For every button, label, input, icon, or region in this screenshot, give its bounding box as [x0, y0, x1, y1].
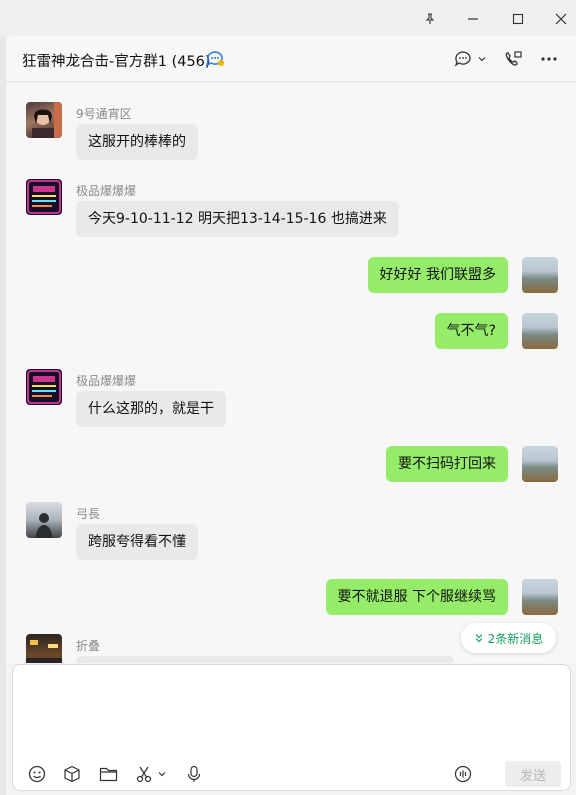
title-bar: …… [0, 0, 576, 36]
chat-header: 狂雷神龙合击-官方群1 (456) [6, 36, 576, 82]
video-call-icon[interactable] [503, 48, 523, 70]
sender-name: 极品爆爆爆 [76, 184, 137, 198]
chevron-down-icon[interactable] [477, 48, 487, 70]
new-messages-button[interactable]: 2条新消息 [461, 623, 556, 653]
message-bubble[interactable]: 气不气? [434, 313, 508, 349]
more-icon[interactable] [540, 48, 558, 70]
message-bubble[interactable]: 要不扫码打回来 [386, 446, 508, 482]
leaked-text: …… [0, 0, 270, 4]
sticker-icon[interactable] [61, 763, 83, 785]
avatar[interactable] [26, 502, 62, 538]
chat-bubble-icon[interactable] [454, 48, 472, 70]
message-bubble[interactable]: 要不就退服 下个服继续骂 [325, 579, 508, 615]
new-messages-label: 2条新消息 [487, 631, 544, 646]
message-composer[interactable]: 发送 [12, 664, 571, 791]
double-chevron-down-icon [475, 634, 483, 643]
chevron-down-icon[interactable] [154, 763, 170, 785]
sender-name: 9号通宵区 [76, 107, 132, 121]
message-bubble[interactable]: 今天9-10-11-12 明天把13-14-15-16 也搞进来 [76, 201, 399, 237]
microphone-icon[interactable] [183, 763, 205, 785]
close-icon[interactable] [547, 6, 575, 32]
group-badge-icon [205, 51, 224, 67]
avatar[interactable] [26, 179, 62, 215]
voice-input-icon[interactable] [452, 763, 474, 785]
pin-icon[interactable] [416, 6, 444, 32]
chat-title[interactable]: 狂雷神龙合击-官方群1 (456) [22, 50, 211, 71]
avatar[interactable] [26, 634, 62, 663]
emoji-icon[interactable] [26, 763, 48, 785]
scissors-icon[interactable] [133, 763, 155, 785]
minimize-icon[interactable] [459, 6, 487, 32]
avatar[interactable] [26, 369, 62, 405]
message-bubble[interactable]: 这服开的棒棒的 [76, 124, 198, 160]
sender-name: 弓長 [76, 507, 101, 521]
maximize-icon[interactable] [504, 6, 532, 32]
message-bubble[interactable]: 什么这那的，就是干 [76, 391, 226, 427]
send-button[interactable]: 发送 [505, 761, 561, 787]
folder-icon[interactable] [97, 763, 119, 785]
avatar[interactable] [522, 579, 558, 615]
sender-name: 折叠 [76, 639, 101, 653]
message-bubble[interactable]: 好好好 我们联盟多 [367, 257, 508, 293]
avatar[interactable] [26, 102, 62, 138]
message-bubble[interactable] [76, 656, 454, 663]
message-list[interactable]: 9号通宵区 这服开的棒棒的 极品爆爆爆 今天9-10-11-12 明天把13-1… [6, 83, 576, 663]
avatar[interactable] [522, 257, 558, 293]
sender-name: 极品爆爆爆 [76, 374, 137, 388]
avatar[interactable] [522, 313, 558, 349]
message-bubble[interactable]: 跨服夸得看不懂 [76, 524, 198, 560]
avatar[interactable] [522, 446, 558, 482]
